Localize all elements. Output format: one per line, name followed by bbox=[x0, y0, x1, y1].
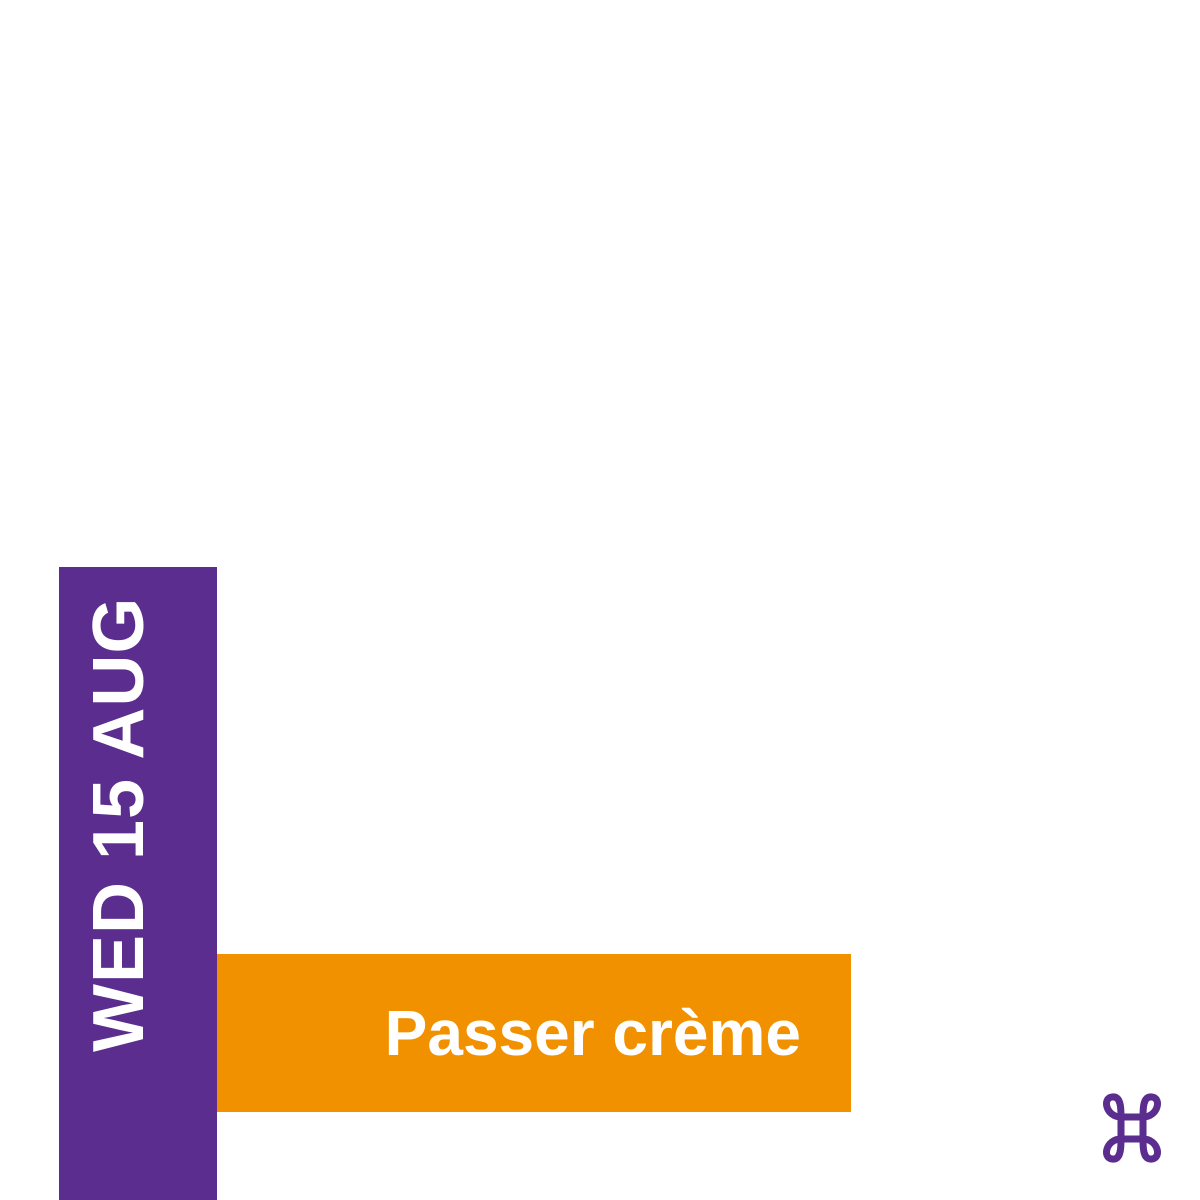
event-card: WED 15 AUG Passer crème bbox=[0, 0, 1200, 1200]
command-key-icon bbox=[1103, 1093, 1161, 1163]
event-date: WED 15 AUG bbox=[79, 596, 159, 1052]
title-bar: Passer crème bbox=[217, 954, 851, 1112]
event-title: Passer crème bbox=[384, 997, 801, 1069]
